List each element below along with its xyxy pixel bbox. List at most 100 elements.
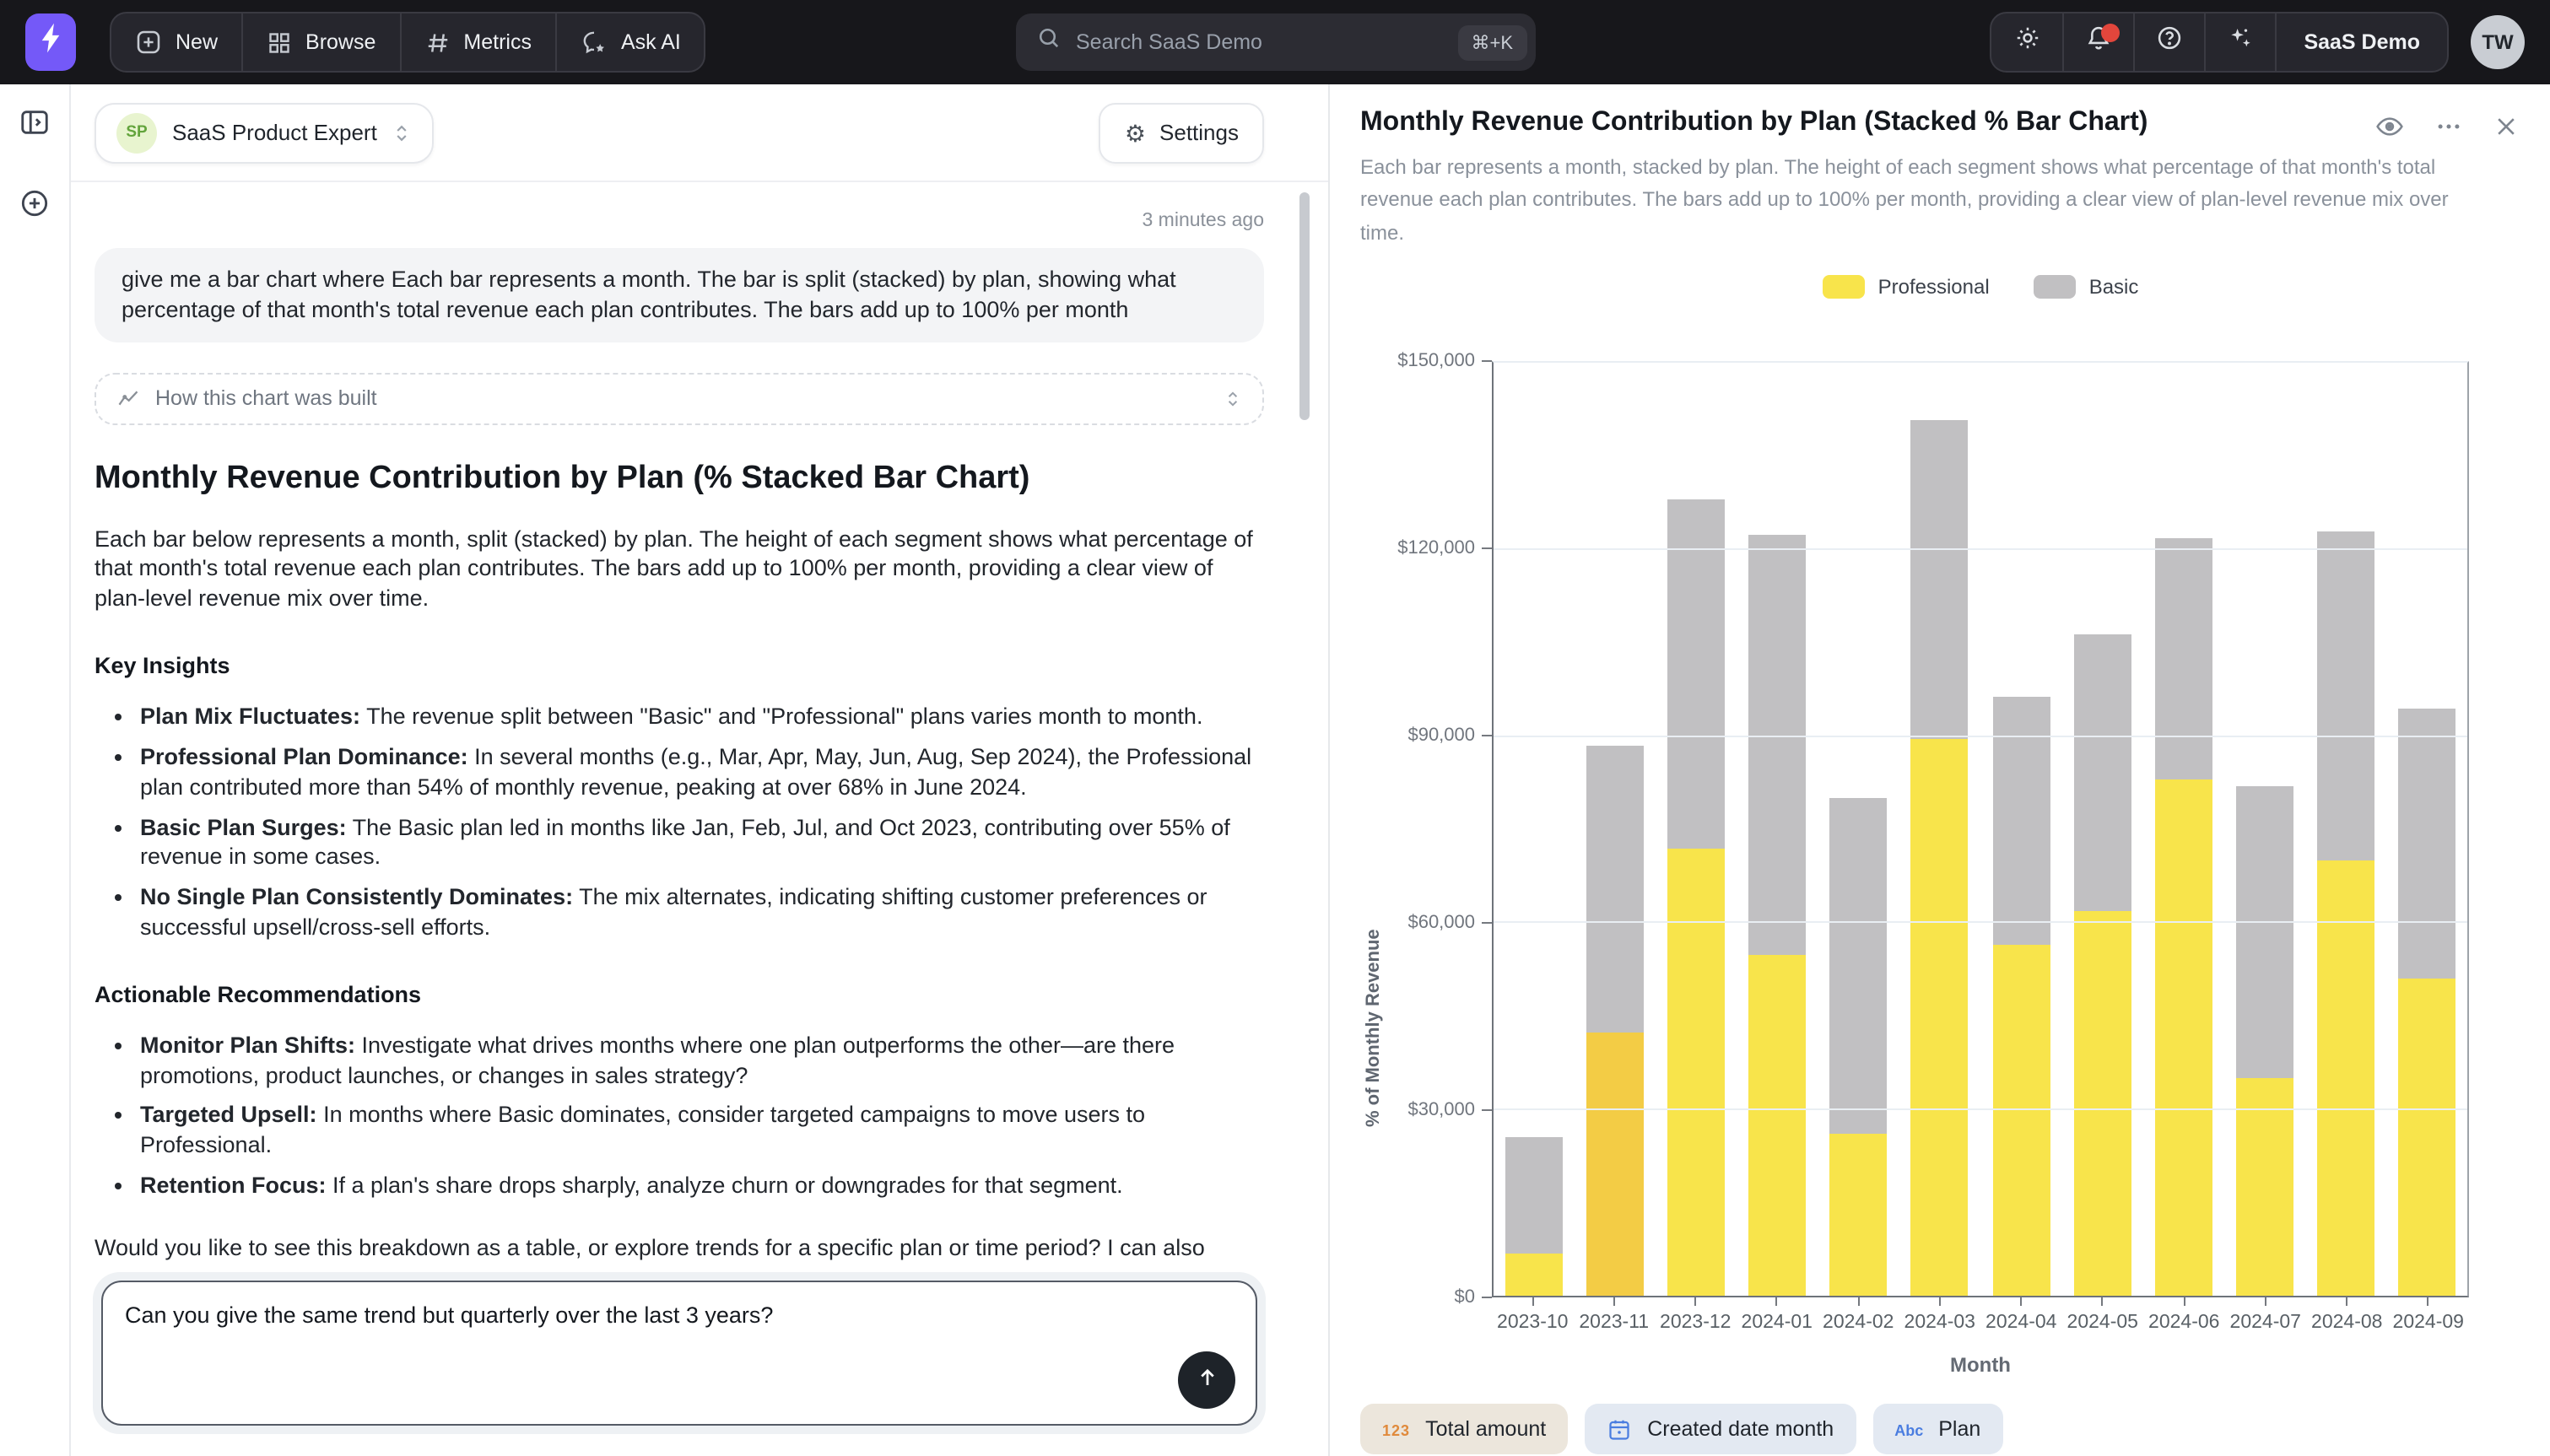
lightning-bolt-icon bbox=[37, 22, 64, 62]
workspace-button[interactable]: SaaS Demo bbox=[2275, 13, 2447, 71]
new-chat-button[interactable] bbox=[19, 187, 51, 228]
panel-toggle-icon bbox=[19, 106, 51, 147]
legend-label: Basic bbox=[2089, 276, 2139, 299]
chart-legend: Professional Basic bbox=[1492, 276, 2469, 299]
response-sections: Key InsightsPlan Mix Fluctuates: The rev… bbox=[95, 653, 1264, 1201]
y-tick-mark bbox=[1482, 923, 1492, 925]
bar-slot bbox=[1899, 364, 1980, 1297]
x-tick-2023-10: 2023-10 bbox=[1492, 1298, 1574, 1334]
ai-assist-button[interactable] bbox=[2204, 13, 2275, 71]
x-tick-2024-07: 2024-07 bbox=[2225, 1298, 2307, 1334]
bar-segment-basic[interactable] bbox=[2235, 786, 2293, 1079]
chip-plan[interactable]: AbcPlan bbox=[1872, 1405, 2002, 1455]
x-tick-mark bbox=[2428, 1298, 2429, 1307]
legend-swatch bbox=[1823, 276, 1865, 299]
x-tick-label: 2024-02 bbox=[1823, 1313, 1894, 1334]
legend-item-basic[interactable]: Basic bbox=[2034, 276, 2139, 299]
bar-segment-basic[interactable] bbox=[2398, 709, 2455, 979]
chart-panel-actions bbox=[2341, 111, 2520, 142]
bar-segment-basic[interactable] bbox=[1586, 746, 1644, 1032]
bar-segment-professional[interactable] bbox=[1830, 1135, 1888, 1297]
x-tick-mark bbox=[1694, 1298, 1696, 1307]
x-axis: 2023-102023-112023-122024-012024-022024-… bbox=[1492, 1298, 2469, 1334]
notifications-button[interactable] bbox=[2062, 13, 2133, 71]
y-tick-label: $90,000 bbox=[1407, 726, 1475, 747]
x-tick-label: 2023-10 bbox=[1497, 1313, 1568, 1334]
top-navbar: NewBrowseMetricsAsk AI Search SaaS Demo … bbox=[0, 0, 2550, 84]
bar-segment-professional[interactable] bbox=[1586, 1032, 1644, 1296]
legend-label: Professional bbox=[1878, 276, 1990, 299]
stacked-bar-2024-09 bbox=[2398, 364, 2455, 1297]
bar-segment-professional[interactable] bbox=[1911, 740, 1969, 1297]
bar-segment-professional[interactable] bbox=[1992, 945, 2050, 1297]
help-button[interactable] bbox=[2133, 13, 2204, 71]
x-tick-2024-04: 2024-04 bbox=[1980, 1298, 2062, 1334]
x-tick-2024-03: 2024-03 bbox=[1899, 1298, 1981, 1334]
bar-segment-basic[interactable] bbox=[1992, 696, 2050, 945]
bar-segment-basic[interactable] bbox=[2317, 531, 2374, 861]
bar-segment-basic[interactable] bbox=[1505, 1138, 1563, 1253]
agent-selector[interactable]: SP SaaS Product Expert bbox=[95, 102, 435, 163]
x-tick-2024-01: 2024-01 bbox=[1737, 1298, 1818, 1334]
bar-segment-basic[interactable] bbox=[1830, 799, 1888, 1135]
bar-segment-professional[interactable] bbox=[2073, 911, 2131, 1297]
bar-segment-basic[interactable] bbox=[1749, 534, 1807, 954]
chart-title: Monthly Revenue Contribution by Plan (St… bbox=[1360, 108, 2148, 138]
bar-segment-professional[interactable] bbox=[2235, 1079, 2293, 1297]
chart-panel: Monthly Revenue Contribution by Plan (St… bbox=[1330, 84, 2550, 1456]
bar-segment-basic[interactable] bbox=[1911, 419, 1969, 740]
legend-item-professional[interactable]: Professional bbox=[1823, 276, 1990, 299]
app-logo[interactable] bbox=[25, 13, 76, 71]
search-placeholder: Search SaaS Demo bbox=[1076, 30, 1442, 54]
message-input[interactable]: Can you give the same trend but quarterl… bbox=[103, 1282, 1256, 1424]
hash-icon bbox=[424, 30, 450, 55]
x-tick-label: 2024-06 bbox=[2148, 1313, 2219, 1334]
main-menu: NewBrowseMetricsAsk AI bbox=[110, 12, 706, 73]
field-chips: 123Total amount Created date month AbcPlan bbox=[1360, 1378, 2520, 1455]
settings-button[interactable]: ⚙ Settings bbox=[1099, 102, 1264, 163]
nav-item-browse[interactable]: Browse bbox=[241, 13, 399, 71]
chip-total-amount[interactable]: 123Total amount bbox=[1360, 1405, 1568, 1455]
bar-segment-basic[interactable] bbox=[2154, 537, 2212, 780]
abc-icon: Abc bbox=[1894, 1418, 1923, 1442]
plus-square-icon bbox=[135, 29, 162, 56]
user-avatar[interactable]: TW bbox=[2471, 15, 2525, 69]
y-tick-mark bbox=[1482, 1297, 1492, 1299]
bar-slot bbox=[1737, 364, 1818, 1297]
more-options-icon[interactable] bbox=[2434, 111, 2464, 142]
chat-messages: 3 minutes ago give me a bar chart where … bbox=[71, 182, 1328, 1262]
x-tick-mark bbox=[2346, 1298, 2347, 1307]
grid-icon bbox=[267, 30, 292, 55]
chip-created-date-month[interactable]: Created date month bbox=[1585, 1405, 1856, 1455]
legend-swatch bbox=[2034, 276, 2076, 299]
settings-gear-button[interactable] bbox=[1991, 13, 2062, 71]
gear-icon: ⚙ bbox=[1125, 121, 1146, 144]
how-chart-built-toggle[interactable]: How this chart was built bbox=[95, 372, 1264, 424]
x-tick-mark bbox=[1532, 1298, 1533, 1307]
bar-slot bbox=[1818, 364, 1899, 1297]
bar-segment-professional[interactable] bbox=[2398, 979, 2455, 1297]
eye-icon[interactable] bbox=[2374, 111, 2405, 142]
bar-segment-basic[interactable] bbox=[1667, 500, 1725, 849]
bar-segment-professional[interactable] bbox=[1667, 849, 1725, 1297]
bar-segment-professional[interactable] bbox=[2317, 861, 2374, 1297]
bar-segment-professional[interactable] bbox=[1749, 954, 1807, 1297]
nav-item-ask-ai[interactable]: Ask AI bbox=[555, 13, 705, 71]
nav-item-metrics[interactable]: Metrics bbox=[399, 13, 555, 71]
chat-star-icon bbox=[581, 29, 608, 56]
close-icon[interactable] bbox=[2493, 113, 2520, 140]
chat-scrollbar-thumb[interactable] bbox=[1299, 192, 1310, 420]
toggle-sidebar-button[interactable] bbox=[19, 106, 51, 147]
bar-segment-basic[interactable] bbox=[2073, 634, 2131, 910]
bar-segment-professional[interactable] bbox=[1505, 1253, 1563, 1297]
send-button[interactable] bbox=[1178, 1351, 1235, 1409]
nav-item-new[interactable]: New bbox=[111, 13, 241, 71]
bar-slot bbox=[1575, 364, 1656, 1297]
y-tick-label: $150,000 bbox=[1397, 352, 1475, 372]
stacked-bar-2024-07 bbox=[2235, 364, 2293, 1297]
calendar-icon bbox=[1607, 1417, 1632, 1443]
y-tick-mark bbox=[1482, 548, 1492, 550]
bar-segment-professional[interactable] bbox=[2154, 780, 2212, 1297]
how-chart-built-label: How this chart was built bbox=[155, 386, 377, 410]
search-bar[interactable]: Search SaaS Demo ⌘+K bbox=[1015, 13, 1535, 71]
